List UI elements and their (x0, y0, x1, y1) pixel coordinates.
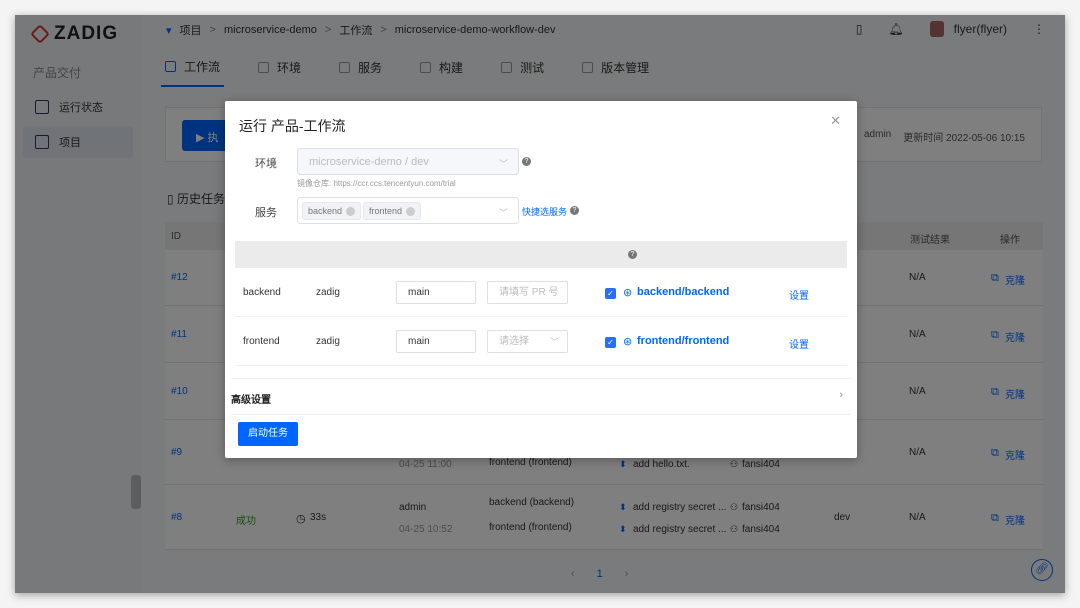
service-checkbox[interactable]: ✓ (605, 288, 616, 299)
repo-icon: ⊛ (623, 287, 633, 299)
chevron-down-icon: ﹀ (498, 159, 508, 169)
chevron-down-icon: ﹀ (498, 208, 508, 218)
service-select[interactable]: backend frontend ﹀ (297, 197, 519, 224)
service-row: frontend zadig main 请选择 ﹀ ✓ ⊛ frontend/fr… (225, 317, 857, 366)
run-workflow-dialog: 运行 产品-工作流 ✕ 环境 microservice-demo / dev ﹀ … (225, 101, 857, 458)
service-label: 服务 (255, 207, 277, 219)
chevron-right-icon[interactable]: › (839, 389, 843, 401)
pr-input[interactable]: 请填写 PR 号 (487, 281, 568, 304)
advanced-settings[interactable]: 高级设置 (231, 391, 271, 406)
settings-link[interactable]: 设置 (789, 287, 809, 302)
branch-input[interactable]: main (396, 281, 476, 304)
service-checkbox[interactable]: ✓ (605, 337, 616, 348)
repo-link[interactable]: backend/backend (637, 286, 729, 298)
repo-owner: zadig (316, 287, 340, 298)
dialog-title: 运行 产品-工作流 (239, 118, 346, 134)
branch-input[interactable]: main (396, 330, 476, 353)
close-icon[interactable]: ✕ (830, 113, 841, 129)
quick-select-link[interactable]: 快捷选服务 (522, 205, 567, 218)
chevron-down-icon: ﹀ (549, 337, 559, 347)
service-table-header: ? (235, 241, 847, 268)
remove-tag-icon (346, 207, 356, 217)
repo-link[interactable]: frontend/frontend (637, 335, 729, 347)
service-name: frontend (243, 336, 280, 347)
tag-frontend[interactable]: frontend (363, 202, 422, 220)
start-task-button[interactable]: 启动任务 (238, 422, 298, 446)
env-select[interactable]: microservice-demo / dev ﹀ (297, 148, 519, 175)
help-icon[interactable]: ? (522, 157, 531, 166)
repo-owner: zadig (316, 336, 340, 347)
help-icon[interactable]: ? (570, 206, 579, 215)
service-row: backend zadig main 请填写 PR 号 ✓ ⊛ backend/… (225, 268, 857, 317)
service-name: backend (243, 287, 281, 298)
repo-icon: ⊛ (623, 336, 633, 348)
tag-backend[interactable]: backend (302, 202, 362, 220)
help-icon[interactable]: ? (628, 250, 637, 259)
pr-input[interactable]: 请选择 ﹀ (487, 330, 568, 353)
env-label: 环境 (255, 158, 277, 170)
settings-link[interactable]: 设置 (789, 336, 809, 351)
registry-hint: 镜像仓库: https://ccr.ccs.tencentyun.com/tri… (297, 179, 456, 188)
remove-tag-icon (406, 207, 416, 217)
